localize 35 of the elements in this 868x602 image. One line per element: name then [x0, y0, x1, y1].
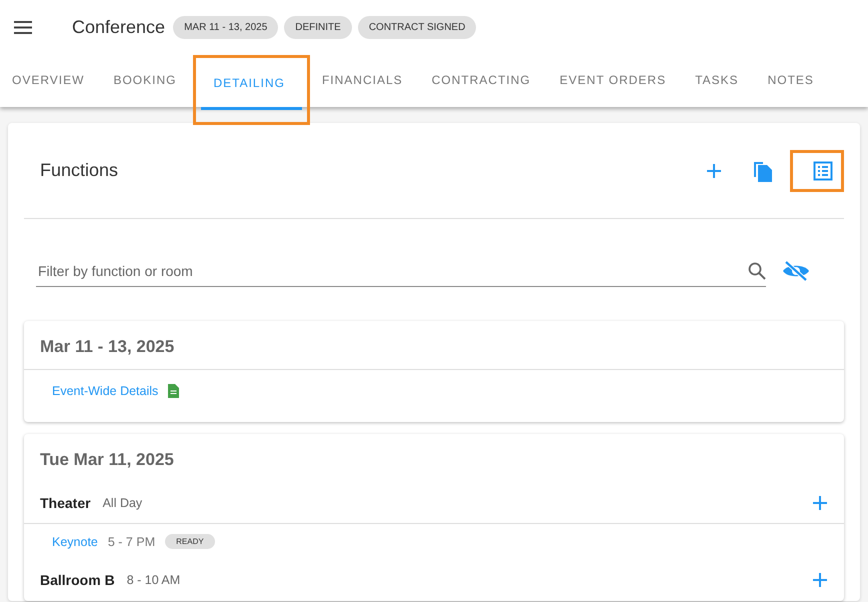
- status-chip: MAR 11 - 13, 2025: [173, 16, 278, 39]
- tab[interactable]: CONTRACTING: [420, 55, 548, 107]
- status-chip: CONTRACT SIGNED: [358, 16, 476, 39]
- tab[interactable]: DETAILING: [201, 58, 302, 110]
- section-title: Tue Mar 11, 2025: [39, 449, 175, 471]
- panel-title: Functions: [40, 160, 120, 181]
- section-title: Mar 11 - 13, 2025: [39, 336, 176, 358]
- function-time: 5 - 7 PM: [108, 534, 156, 548]
- status-chip: DEFINITE: [284, 16, 352, 39]
- add-function-button[interactable]: [812, 572, 828, 588]
- menu-icon[interactable]: [14, 21, 32, 34]
- page-title: Conference: [72, 17, 166, 38]
- room-time: All Day: [102, 496, 142, 510]
- filter-field[interactable]: Filter by function or room: [36, 262, 748, 280]
- tab[interactable]: EVENT ORDERS: [548, 55, 684, 107]
- function-link[interactable]: Keynote: [52, 534, 98, 548]
- room-time: 8 - 10 AM: [126, 573, 180, 587]
- add-function-button[interactable]: [812, 494, 828, 510]
- add-icon: [812, 494, 828, 510]
- tab[interactable]: TASKS: [683, 55, 756, 107]
- document-icon: [168, 384, 180, 398]
- tab[interactable]: BOOKING: [101, 55, 194, 107]
- copy-icon: [752, 160, 772, 182]
- function-link[interactable]: Event-Wide Details: [52, 384, 158, 398]
- add-icon: [706, 162, 722, 178]
- hidden-eye-icon[interactable]: [782, 260, 810, 282]
- add-icon: [812, 572, 828, 588]
- tab[interactable]: FINANCIALS: [310, 55, 420, 107]
- list-icon: [813, 160, 833, 180]
- status-chip: READY: [165, 534, 215, 549]
- room-name: Ballroom B: [40, 572, 115, 588]
- search-icon: [748, 262, 766, 280]
- tab[interactable]: OVERVIEW: [0, 55, 102, 107]
- room-name: Theater: [40, 494, 91, 510]
- tab[interactable]: NOTES: [756, 55, 831, 107]
